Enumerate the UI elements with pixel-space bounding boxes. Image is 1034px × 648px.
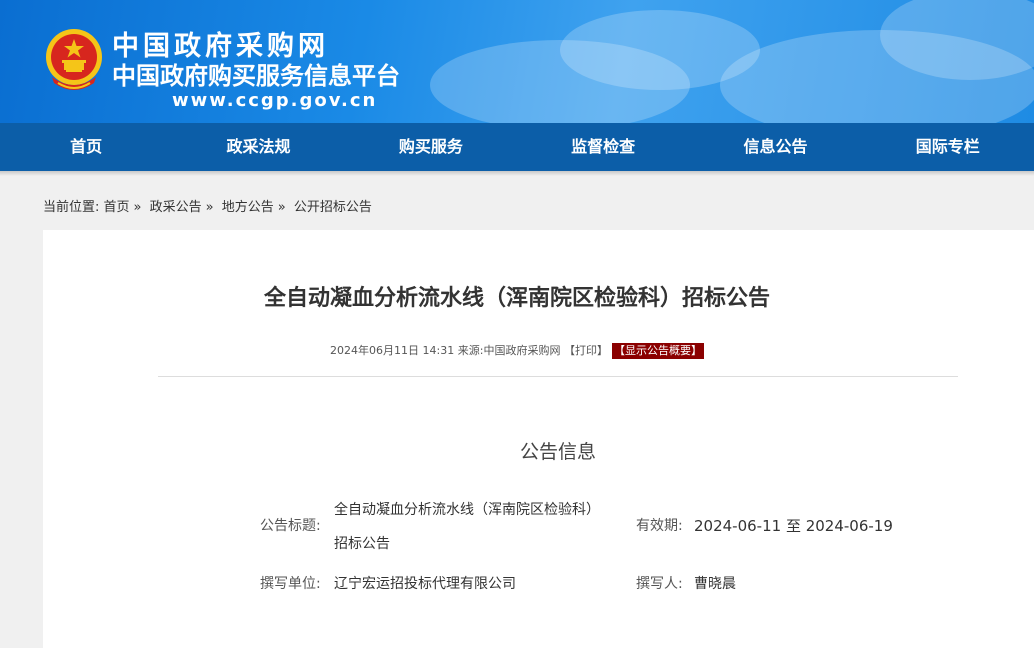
breadcrumb-item-local-notices[interactable]: 地方公告 (222, 200, 274, 215)
nav-shadow (0, 171, 1034, 176)
article-title: 全自动凝血分析流水线（浑南院区检验科）招标公告 (263, 286, 770, 311)
writing-unit-value: 辽宁宏运招投标代理有限公司 (334, 576, 516, 592)
breadcrumb-item-procurement-notices[interactable]: 政采公告 (150, 200, 202, 215)
main-nav: 首页 政采法规 购买服务 监督检查 信息公告 国际专栏 (0, 123, 1034, 171)
nav-item-supervision[interactable]: 监督检查 (517, 123, 689, 171)
title-divider (158, 376, 958, 377)
nav-item-regulations[interactable]: 政采法规 (172, 123, 344, 171)
breadcrumb-separator: » (133, 200, 142, 215)
writing-unit-label: 撰写单位: (260, 576, 321, 592)
site-url: www.ccgp.gov.cn (172, 90, 378, 111)
breadcrumb-item-home[interactable]: 首页 (104, 200, 130, 215)
article-source: 中国政府采购网 (483, 344, 561, 357)
national-emblem-icon (46, 29, 102, 90)
site-header: 中国政府采购网 中国政府购买服务信息平台 www.ccgp.gov.cn (0, 0, 1034, 123)
info-section-title: 公告信息 (519, 441, 596, 463)
nav-item-announcements[interactable]: 信息公告 (689, 123, 861, 171)
show-summary-button[interactable]: 【显示公告概要】 (611, 343, 704, 359)
nav-item-purchase-services[interactable]: 购买服务 (345, 123, 517, 171)
article-meta: 2024年06月11日 14:31 来源:中国政府采购网 【打印】 【显示公告概要… (0, 343, 1034, 359)
article-source-label: 来源: (457, 344, 484, 357)
breadcrumb-separator: » (205, 200, 214, 215)
notice-title-label: 公告标题: (260, 518, 321, 534)
site-name: 中国政府采购网 (112, 31, 329, 62)
site-subtitle: 中国政府购买服务信息平台 (112, 62, 400, 90)
print-button[interactable]: 【打印】 (564, 344, 608, 357)
breadcrumb-prefix: 当前位置: (43, 200, 100, 215)
breadcrumb-separator: » (277, 200, 286, 215)
writer-label: 撰写人: (636, 576, 683, 592)
writer-value: 曹晓晨 (694, 576, 736, 592)
breadcrumb: 当前位置: 首页» 政采公告» 地方公告» 公开招标公告 (43, 199, 372, 217)
breadcrumb-item-public-tender[interactable]: 公开招标公告 (294, 200, 372, 215)
notice-title-line1: 全自动凝血分析流水线（浑南院区检验科） (334, 502, 600, 518)
validity-value: 2024-06-11 至 2024-06-19 (694, 517, 893, 535)
notice-title-value: 全自动凝血分析流水线（浑南院区检验科） 招标公告 (334, 500, 600, 554)
article-datetime: 2024年06月11日 14:31 (330, 344, 455, 357)
nav-item-international[interactable]: 国际专栏 (862, 123, 1034, 171)
notice-title-line2: 招标公告 (334, 536, 390, 552)
validity-label: 有效期: (636, 518, 683, 534)
nav-item-home[interactable]: 首页 (0, 123, 172, 171)
